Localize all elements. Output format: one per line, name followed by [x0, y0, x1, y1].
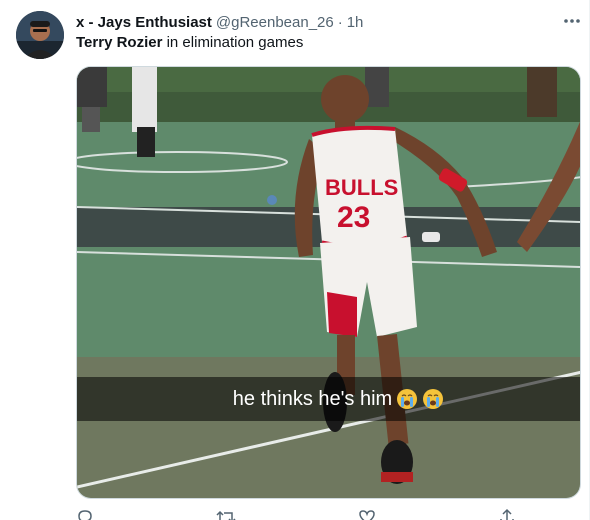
retweet-icon: [216, 510, 236, 520]
media-image: BULLS 23: [77, 67, 580, 498]
caption-bar: he thinks he's him: [77, 377, 580, 421]
display-name[interactable]: x - Jays Enthusiast: [76, 14, 212, 31]
tweet-text: Terry Rozier in elimination games: [76, 34, 303, 51]
timestamp[interactable]: 1h: [347, 14, 364, 31]
reply-icon: [78, 510, 92, 520]
like-button[interactable]: [358, 507, 376, 520]
tweet-text-rest: in elimination games: [162, 34, 304, 51]
reply-button[interactable]: [76, 507, 94, 520]
more-dots-icon: [564, 19, 580, 23]
loudly-crying-face-icon: [423, 389, 444, 409]
tweet-header: x - Jays Enthusiast @gReenbean_26 · 1h: [76, 12, 363, 32]
tweet-media[interactable]: BULLS 23 he thinks he's him: [76, 66, 581, 499]
jersey-number-text: 23: [337, 201, 370, 234]
separator-dot: ·: [337, 13, 343, 31]
avatar-image: [16, 11, 64, 59]
tweet[interactable]: x - Jays Enthusiast @gReenbean_26 · 1h T…: [0, 0, 590, 520]
jersey-team-text: BULLS: [325, 175, 398, 200]
share-button[interactable]: [498, 507, 516, 520]
loudly-crying-face-icon: [397, 389, 418, 409]
more-options-button[interactable]: [560, 10, 584, 32]
caption-text: he thinks he's him: [232, 387, 393, 410]
avatar[interactable]: [16, 11, 64, 59]
heart-icon: [359, 510, 375, 520]
tweet-subject: Terry Rozier: [76, 34, 163, 51]
tweet-actions: [76, 507, 516, 520]
share-icon: [500, 508, 514, 520]
user-handle[interactable]: @gReenbean_26: [216, 14, 334, 31]
retweet-button[interactable]: [216, 507, 236, 520]
